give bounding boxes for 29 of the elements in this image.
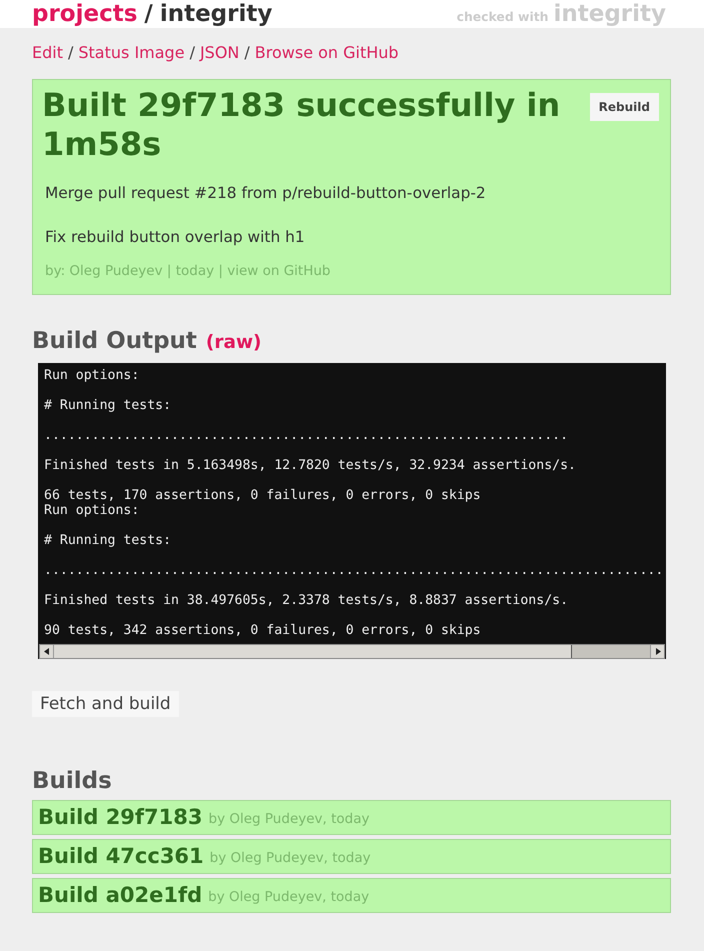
fetch-button[interactable]: Fetch and build	[32, 691, 179, 717]
rebuild-button[interactable]: Rebuild	[590, 93, 659, 121]
scroll-left-icon[interactable]	[40, 645, 54, 658]
nav-link[interactable]: Status Image	[78, 43, 185, 63]
nav-link[interactable]: Edit	[32, 43, 63, 63]
section-heading: Build Output	[32, 327, 197, 356]
projects-link[interactable]: projects	[32, 0, 138, 28]
commit-message: Merge pull request #218 from p/rebuild-button-overlap-2	[45, 183, 487, 204]
nav-separator: /	[244, 43, 250, 63]
nav-separator: /	[190, 43, 195, 63]
nav-separator: /	[68, 43, 74, 63]
section-heading: Builds	[32, 767, 112, 796]
build-log: Run options: # Running tests: .................................................................. Finished tests in 5.163498s, 12.7820 tests/s, 32.9234 assertions/s. 66 tests, 170 assertions, 0 failures, 0 errors, 0 skips Run options: # Running tests: .............................................................................. Finished tests in 38.497605s, 2.3378 tests/s, 8.8837 assertions/s. 90 tests, 342 assertions, 0 failures, 0 errors, 0 skips	[43, 367, 664, 640]
build-meta: by Oleg Pudeyev, today	[208, 810, 370, 830]
nav-link[interactable]: Browse on GitHub	[254, 43, 399, 63]
build-link[interactable]: Build 29f7183	[38, 802, 203, 834]
scroll-right-icon[interactable]	[650, 645, 664, 658]
commit-message: Fix rebuild button overlap with h1	[45, 227, 306, 248]
build-title: Built 29f7183 successfully in 1m58s	[42, 86, 562, 164]
build-meta: by Oleg Pudeyev, today	[210, 849, 371, 868]
nav-link[interactable]: JSON	[200, 43, 240, 63]
scrollbar-thumb[interactable]	[54, 645, 572, 658]
build-link[interactable]: Build a02e1fd	[38, 880, 202, 912]
project-title: integrity	[160, 0, 272, 28]
commit-meta: by: Oleg Pudeyev | today | view on GitHub	[45, 262, 332, 281]
raw-link[interactable]: (raw)	[206, 328, 262, 358]
breadcrumb-separator: /	[144, 0, 153, 28]
build-meta: by Oleg Pudeyev, today	[208, 888, 370, 908]
build-link[interactable]: Build 47cc361	[38, 840, 204, 872]
